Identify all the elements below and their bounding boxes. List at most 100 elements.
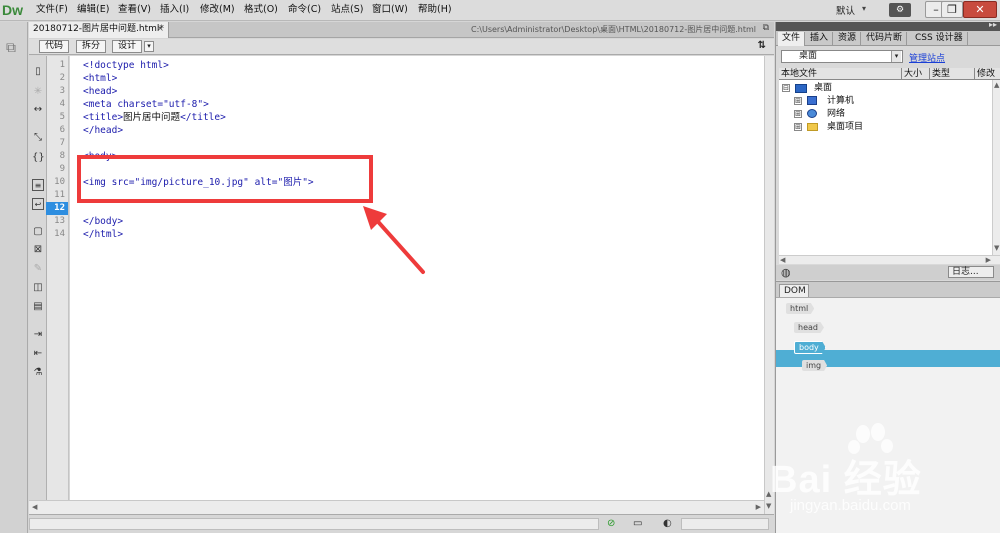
left-tool-strip: ⧉ — [0, 22, 28, 533]
line-number: 9 — [59, 164, 65, 174]
wrap-tag-icon[interactable]: ✎ — [32, 263, 44, 275]
tab-snippets[interactable]: 代码片断 — [862, 32, 908, 46]
code-token: </title> — [180, 112, 226, 123]
menu-site[interactable]: 站点(S) — [331, 3, 363, 17]
view-dropdown-icon[interactable]: ▾ — [144, 41, 154, 52]
scroll-right-icon[interactable]: ▶ — [986, 256, 991, 264]
word-wrap-icon[interactable]: ↩ — [32, 198, 44, 210]
sync-settings-icon[interactable]: ⚙ — [889, 3, 911, 17]
column-local-files[interactable]: 本地文件 — [779, 68, 902, 80]
folder-icon — [807, 123, 818, 131]
line-number: 8 — [59, 151, 65, 161]
tree-item[interactable]: ⊞ 桌面项目 — [794, 121, 984, 133]
select-parent-tag-icon[interactable]: ⤡ — [32, 132, 44, 144]
site-select[interactable]: 桌面 ▾ — [781, 50, 903, 63]
column-size[interactable]: 大小 — [902, 68, 930, 80]
menu-commands[interactable]: 命令(C) — [288, 3, 321, 17]
menu-edit[interactable]: 编辑(E) — [77, 3, 109, 17]
tab-css-designer[interactable]: CSS 设计器 — [911, 32, 968, 46]
tag-selector[interactable] — [29, 518, 599, 530]
collapse-tag-icon[interactable]: ✳ — [32, 86, 44, 98]
code-line: <!doctype html> — [83, 60, 169, 71]
close-icon[interactable]: × — [156, 22, 164, 37]
scroll-down-icon[interactable]: ▼ — [994, 244, 999, 252]
line-number: 7 — [59, 138, 65, 148]
manage-sites-link[interactable]: 管理站点 — [909, 51, 945, 64]
tree-item-label: 桌面 — [814, 83, 833, 93]
document-tab[interactable]: 20180712-图片居中问题.html* × — [29, 22, 169, 38]
scroll-left-icon[interactable]: ◀ — [780, 256, 785, 264]
tree-item[interactable]: ⊞ 计算机 — [794, 95, 984, 107]
column-modified[interactable]: 修改 — [975, 68, 1000, 80]
tab-dom[interactable]: DOM — [779, 284, 809, 297]
tree-vertical-scrollbar[interactable]: ▲ ▼ — [992, 80, 1000, 255]
scroll-left-icon[interactable]: ◀ — [32, 503, 37, 511]
tab-files[interactable]: 文件 — [778, 32, 806, 46]
collapse-selection-icon[interactable]: ↔ — [32, 104, 44, 116]
code-line: <meta charset="utf-8"> — [83, 99, 209, 110]
restore-icon[interactable]: ⧉ — [763, 23, 769, 33]
indent-icon[interactable]: ⇥ — [32, 329, 44, 341]
expand-icon[interactable]: ⊞ — [794, 123, 802, 131]
menu-file[interactable]: 文件(F) — [36, 3, 68, 17]
balance-braces-icon[interactable]: {} — [32, 152, 45, 164]
code-view-button[interactable]: 代码 — [39, 40, 70, 53]
site-select-value: 桌面 — [799, 51, 818, 61]
sort-icon[interactable]: ⇅ — [758, 40, 766, 51]
view-toolbar: 代码 拆分 设计 ▾ ⇅ — [29, 39, 774, 55]
dom-node-selected[interactable]: body — [794, 341, 826, 354]
collapse-icon[interactable]: ⊟ — [782, 84, 790, 92]
workspace-preset[interactable]: 默认 — [836, 3, 855, 17]
scroll-up-icon[interactable]: ▲ — [994, 81, 999, 89]
outdent-icon[interactable]: ⇤ — [32, 348, 44, 360]
menu-format[interactable]: 格式(O) — [244, 3, 278, 17]
line-number: 5 — [59, 112, 65, 122]
tree-item[interactable]: ⊞ 网络 — [794, 108, 984, 120]
dom-node[interactable]: head — [794, 322, 824, 333]
collapse-icon[interactable]: ▸▸ — [989, 20, 997, 29]
maximize-button[interactable]: ❐ — [941, 1, 963, 18]
format-source-icon[interactable]: ⚗ — [32, 367, 44, 379]
code-line: <html> — [83, 73, 118, 84]
dom-node[interactable]: html — [786, 303, 815, 314]
no-errors-icon[interactable]: ⊘ — [607, 518, 615, 529]
open-documents-icon[interactable]: ▯ — [32, 66, 44, 78]
expand-icon[interactable]: ⊞ — [794, 97, 802, 105]
column-type[interactable]: 类型 — [930, 68, 975, 80]
menu-view[interactable]: 查看(V) — [118, 3, 151, 17]
move-css-icon[interactable]: ▤ — [32, 301, 44, 313]
tab-assets[interactable]: 资源 — [834, 32, 862, 46]
menu-modify[interactable]: 修改(M) — [200, 3, 235, 17]
chevron-down-icon[interactable]: ▾ — [891, 51, 901, 62]
computer-icon — [807, 96, 817, 105]
log-button[interactable]: 日志... — [948, 266, 994, 278]
menu-window[interactable]: 窗口(W) — [372, 3, 408, 17]
line-numbers-icon[interactable]: ≡ — [32, 179, 44, 191]
dom-node[interactable]: img — [802, 360, 828, 371]
tree-item[interactable]: ⊟ 桌面 — [782, 82, 982, 94]
split-view-button[interactable]: 拆分 — [76, 40, 107, 53]
globe-icon[interactable]: ◍ — [781, 266, 791, 279]
remove-comment-icon[interactable]: ⊠ — [32, 244, 44, 256]
live-view-icon[interactable]: ◐ — [663, 518, 672, 529]
expand-icon[interactable]: ⊞ — [794, 110, 802, 118]
editor-horizontal-scrollbar[interactable]: ◀ ▶ — [29, 500, 764, 514]
panel-titlebar: ▸▸ — [776, 20, 1000, 31]
recent-snippets-icon[interactable]: ◫ — [32, 282, 44, 294]
design-view-button[interactable]: 设计 — [112, 40, 143, 53]
layers-icon[interactable]: ⧉ — [6, 40, 16, 56]
menu-bar: Dw 文件(F) 编辑(E) 查看(V) 插入(I) 修改(M) 格式(O) 命… — [0, 0, 1000, 21]
tree-item-label: 网络 — [827, 109, 846, 119]
window-size-icon[interactable]: ▭ — [633, 518, 642, 529]
close-button[interactable]: ✕ — [963, 1, 997, 18]
menu-help[interactable]: 帮助(H) — [418, 3, 452, 17]
tree-horizontal-scrollbar[interactable]: ◀ ▶ — [779, 255, 1000, 264]
code-line: <title>图片居中问题</title> — [83, 111, 226, 124]
chevron-down-icon[interactable]: ▾ — [862, 4, 866, 13]
menu-insert[interactable]: 插入(I) — [160, 3, 189, 17]
tab-insert[interactable]: 插入 — [806, 32, 834, 46]
code-line: </head> — [83, 125, 124, 136]
line-number: 1 — [59, 60, 65, 70]
comment-icon[interactable]: ▢ — [32, 226, 44, 238]
line-number: 2 — [59, 73, 65, 83]
